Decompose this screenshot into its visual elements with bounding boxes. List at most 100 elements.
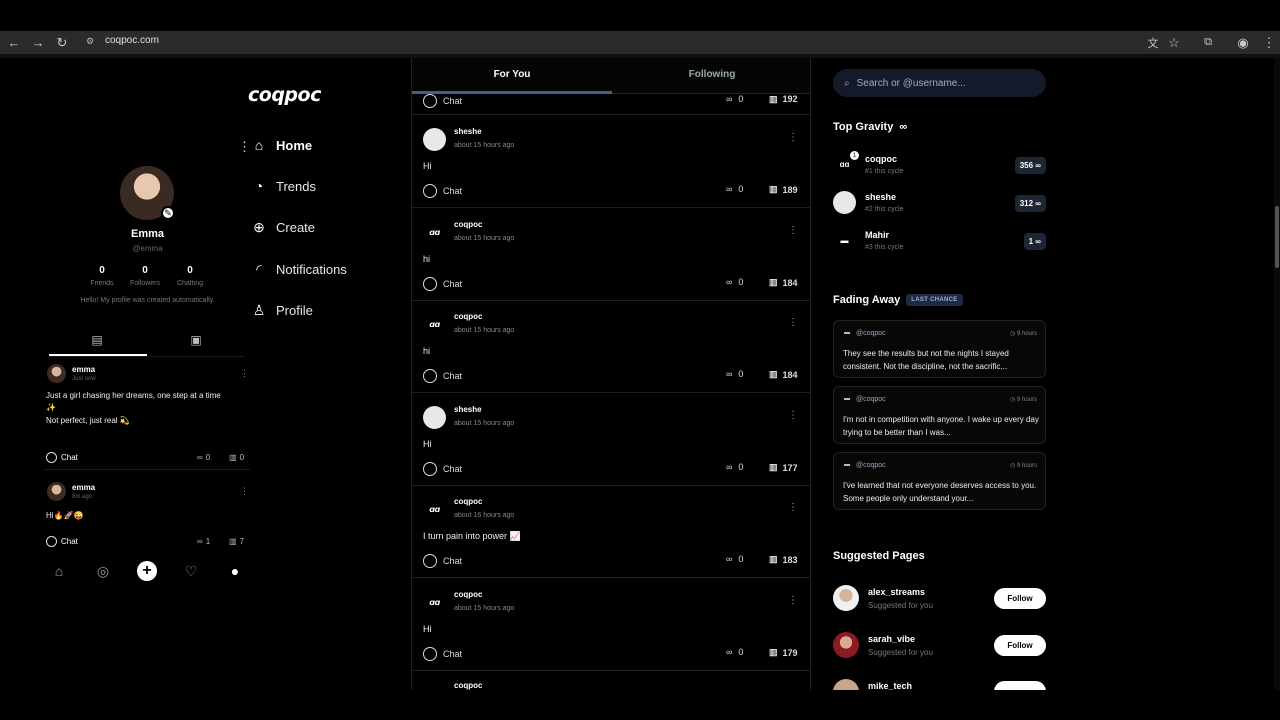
stat-followers[interactable]: 0 Followers: [125, 265, 165, 287]
chat-button[interactable]: Chat: [423, 184, 462, 198]
chat-button[interactable]: Chat: [423, 647, 462, 661]
avatar[interactable]: ▬: [833, 229, 856, 252]
post-username[interactable]: sheshe: [454, 405, 482, 414]
post-username[interactable]: coqpoc: [454, 590, 482, 599]
follow-button[interactable]: Follow: [994, 635, 1046, 656]
fading-card[interactable]: @coqpoc ◷ 9 hours They see the results b…: [833, 320, 1046, 378]
avatar[interactable]: [423, 406, 446, 429]
scrollbar-thumb[interactable]: [1275, 206, 1279, 268]
tab-for-you[interactable]: For You: [412, 69, 612, 80]
stat-friends[interactable]: 0 Friends: [82, 265, 122, 287]
follow-button[interactable]: Follow: [994, 588, 1046, 609]
reload-icon[interactable]: ↻: [53, 31, 71, 54]
extensions-icon[interactable]: ⧉: [1199, 31, 1217, 54]
avatar[interactable]: [47, 364, 66, 383]
more-menu-icon[interactable]: ⋮: [238, 139, 251, 155]
feed-post[interactable]: ɑɑ coqpoc about 15 hours ago ⋮ Hi Chat ∞…: [412, 578, 810, 671]
gravity-entry[interactable]: ɑɑ 1 coqpoc #1 this cycle 356 ∞: [833, 149, 1046, 183]
post-username[interactable]: coqpoc: [454, 312, 482, 321]
fading-card[interactable]: @coqpoc ◷ 9 hours I've learned that not …: [833, 452, 1046, 510]
profile-post[interactable]: emma Just now ⋮ Just a girl chasing her …: [45, 364, 250, 469]
more-options-icon[interactable]: ⋮: [788, 132, 798, 143]
more-options-icon[interactable]: ⋮: [240, 368, 249, 379]
feed-post[interactable]: ɑɑ coqpoc about 15 hours ago ⋮ hi Chat ∞…: [412, 208, 810, 301]
card-username[interactable]: @coqpoc: [844, 396, 886, 403]
feed-post-partial[interactable]: Chat ∞ 0 ▥ 192: [412, 94, 810, 115]
post-username[interactable]: coqpoc: [454, 497, 482, 506]
gravity-username[interactable]: Mahir: [865, 230, 889, 240]
more-options-icon[interactable]: ⋮: [788, 225, 798, 236]
avatar[interactable]: [47, 482, 66, 501]
feed-post[interactable]: sheshe about 15 hours ago ⋮ Hi Chat ∞ 0 ▥…: [412, 393, 810, 486]
profile-post[interactable]: emma 8m ago ⋮ Hi🔥🚀😜 Chat ∞ 1 ▥ 7: [45, 482, 250, 552]
gravity-username[interactable]: coqpoc: [865, 154, 897, 164]
follow-button[interactable]: [994, 681, 1046, 690]
home-icon[interactable]: ⌂: [49, 561, 69, 581]
account-icon[interactable]: ◉: [1234, 31, 1252, 54]
chat-button[interactable]: Chat: [46, 452, 78, 463]
more-options-icon[interactable]: ⋮: [788, 502, 798, 513]
fading-card[interactable]: @coqpoc ◷ 9 hours I'm not in competition…: [833, 386, 1046, 444]
suggested-username[interactable]: sarah_vibe: [868, 634, 915, 644]
add-post-button[interactable]: +: [137, 561, 157, 581]
infinity-count[interactable]: ∞ 0: [726, 277, 743, 287]
avatar[interactable]: [833, 585, 859, 611]
post-username[interactable]: sheshe: [454, 127, 482, 136]
translate-icon[interactable]: 文: [1144, 31, 1162, 54]
chat-button[interactable]: Chat: [423, 94, 462, 108]
more-options-icon[interactable]: ⋮: [240, 486, 249, 497]
gravity-username[interactable]: sheshe: [865, 192, 896, 202]
post-username-partial[interactable]: coqpoc: [454, 681, 482, 690]
stat-chatting[interactable]: 0 Chatting: [170, 265, 210, 287]
forward-icon[interactable]: →: [29, 31, 47, 54]
more-options-icon[interactable]: ⋮: [788, 317, 798, 328]
more-options-icon[interactable]: ⋮: [788, 410, 798, 421]
chat-button[interactable]: Chat: [46, 536, 78, 547]
suggested-username[interactable]: mike_tech: [868, 681, 912, 690]
post-username[interactable]: coqpoc: [454, 220, 482, 229]
infinity-count[interactable]: ∞ 0: [726, 462, 743, 472]
infinity-count[interactable]: ∞ 0: [726, 184, 743, 194]
browser-menu-icon[interactable]: ⋮: [1260, 31, 1278, 54]
avatar[interactable]: [833, 191, 856, 214]
page-scrollbar[interactable]: [1274, 58, 1280, 690]
back-icon[interactable]: ←: [5, 31, 23, 54]
infinity-count[interactable]: ∞ 1: [197, 537, 210, 546]
infinity-count[interactable]: ∞ 0: [726, 369, 743, 379]
suggested-entry-partial[interactable]: mike_tech: [833, 677, 1046, 690]
avatar[interactable]: [423, 128, 446, 151]
avatar[interactable]: ɑɑ: [423, 498, 446, 521]
compass-icon[interactable]: ◎: [93, 561, 113, 581]
nav-home[interactable]: ⌂ Home: [252, 137, 312, 153]
suggested-entry[interactable]: alex_streams Suggested for you Follow: [833, 583, 1046, 617]
posts-tab-icon[interactable]: ▤: [90, 333, 104, 347]
feed-post[interactable]: ɑɑ coqpoc about 16 hours ago ⋮ I turn pa…: [412, 485, 810, 578]
chat-button[interactable]: Chat: [423, 277, 462, 291]
chat-button[interactable]: Chat: [423, 369, 462, 383]
media-tab-icon[interactable]: ▣: [188, 333, 204, 347]
feed-post[interactable]: sheshe about 15 hours ago ⋮ Hi Chat ∞ 0 ▥…: [412, 115, 810, 208]
infinity-count[interactable]: ∞ 0: [726, 647, 743, 657]
infinity-count[interactable]: ∞ 0: [197, 453, 210, 462]
infinity-count[interactable]: ∞ 0: [726, 554, 743, 564]
heart-icon[interactable]: ♡: [181, 561, 201, 581]
card-username[interactable]: @coqpoc: [844, 462, 886, 469]
avatar[interactable]: ɑɑ: [423, 591, 446, 614]
site-info-icon[interactable]: ⚙: [86, 36, 98, 48]
avatar[interactable]: [833, 679, 859, 690]
avatar[interactable]: [833, 632, 859, 658]
feed-post[interactable]: ɑɑ coqpoc about 15 hours ago ⋮ hi Chat ∞…: [412, 300, 810, 393]
search-input[interactable]: ⌕ Search or @username...: [833, 69, 1046, 97]
card-username[interactable]: @coqpoc: [844, 330, 886, 337]
chat-button[interactable]: Chat: [423, 554, 462, 568]
site-logo[interactable]: coqpoc: [248, 84, 321, 106]
address-bar[interactable]: coqpoc.com: [105, 35, 159, 46]
edit-avatar-icon[interactable]: ✎: [161, 206, 175, 220]
profile-icon[interactable]: ●: [225, 561, 245, 581]
gravity-entry[interactable]: sheshe #2 this cycle 312 ∞: [833, 187, 1046, 221]
chat-button[interactable]: Chat: [423, 462, 462, 476]
infinity-count[interactable]: ∞ 0: [726, 94, 743, 104]
bookmark-star-icon[interactable]: ☆: [1165, 31, 1183, 54]
post-username[interactable]: emma: [72, 483, 95, 492]
nav-notifications[interactable]: ◜ Notifications: [252, 261, 347, 277]
